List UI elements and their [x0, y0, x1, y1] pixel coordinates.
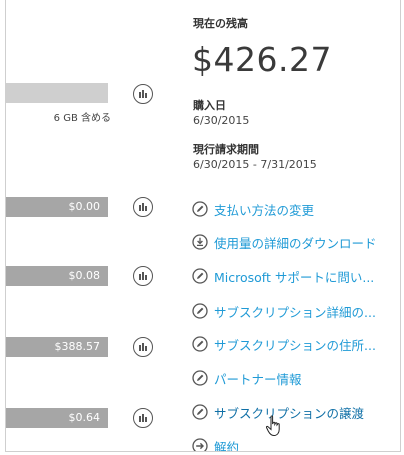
usage-bar-4: $388.57 [6, 337, 108, 357]
balance-amount: $426.27 [192, 40, 332, 79]
download-icon [192, 234, 208, 250]
cancel-subscription-link[interactable]: 解約 [192, 436, 240, 452]
pencil-icon [192, 268, 208, 284]
bar-chart-icon [139, 414, 147, 422]
usage-chart-button-1[interactable] [133, 84, 153, 104]
bar-chart-icon [139, 203, 147, 211]
partner-info-link[interactable]: パートナー情報 [192, 368, 302, 388]
balance-label: 現在の残高 [193, 17, 248, 30]
pencil-icon [192, 303, 208, 319]
pencil-icon [192, 404, 208, 420]
action-label: サブスクリプション詳細の... [214, 304, 376, 320]
usage-bar-3: $0.08 [6, 266, 108, 286]
usage-bar-5: $0.64 [6, 408, 108, 428]
action-label: サブスクリプションの住所... [214, 337, 376, 353]
usage-bar-2: $0.00 [6, 197, 108, 217]
action-label: Microsoft サポートに問い... [214, 269, 375, 285]
bar-chart-icon [139, 272, 147, 280]
hand-cursor-icon [265, 415, 280, 437]
download-usage-details-link[interactable]: 使用量の詳細のダウンロード [192, 232, 377, 252]
purchase-date-value: 6/30/2015 [193, 114, 250, 127]
action-label: 使用量の詳細のダウンロード [214, 235, 377, 251]
billing-period-label: 現行請求期間 [193, 143, 259, 156]
pencil-icon [192, 370, 208, 386]
arrow-right-icon [192, 438, 208, 451]
action-label: サブスクリプションの譲渡 [214, 405, 365, 421]
purchase-date-label: 購入日 [193, 99, 226, 112]
usage-bar-storage [6, 83, 108, 103]
edit-subscription-details-link[interactable]: サブスクリプション詳細の... [192, 301, 376, 321]
usage-chart-button-2[interactable] [133, 197, 153, 217]
contact-microsoft-support-link[interactable]: Microsoft サポートに問い... [192, 266, 374, 286]
usage-sublabel-storage: 6 GB 含める [53, 113, 111, 124]
usage-chart-button-5[interactable] [133, 408, 153, 428]
action-label: パートナー情報 [214, 371, 302, 387]
pencil-icon [192, 336, 208, 352]
billing-period-value: 6/30/2015 - 7/31/2015 [193, 158, 317, 171]
edit-subscription-address-link[interactable]: サブスクリプションの住所... [192, 334, 376, 354]
usage-chart-button-3[interactable] [133, 266, 153, 286]
change-payment-method-link[interactable]: 支払い方法の変更 [192, 199, 314, 219]
action-label: 支払い方法の変更 [214, 202, 315, 218]
usage-chart-button-4[interactable] [133, 337, 153, 357]
bar-chart-icon [139, 90, 147, 98]
bar-chart-icon [139, 343, 147, 351]
subscription-panel: 6 GB 含める $0.00 $0.08 $388.57 $0.64 現在の残高… [5, 0, 401, 452]
action-label: 解約 [214, 439, 240, 452]
pencil-icon [192, 201, 208, 217]
